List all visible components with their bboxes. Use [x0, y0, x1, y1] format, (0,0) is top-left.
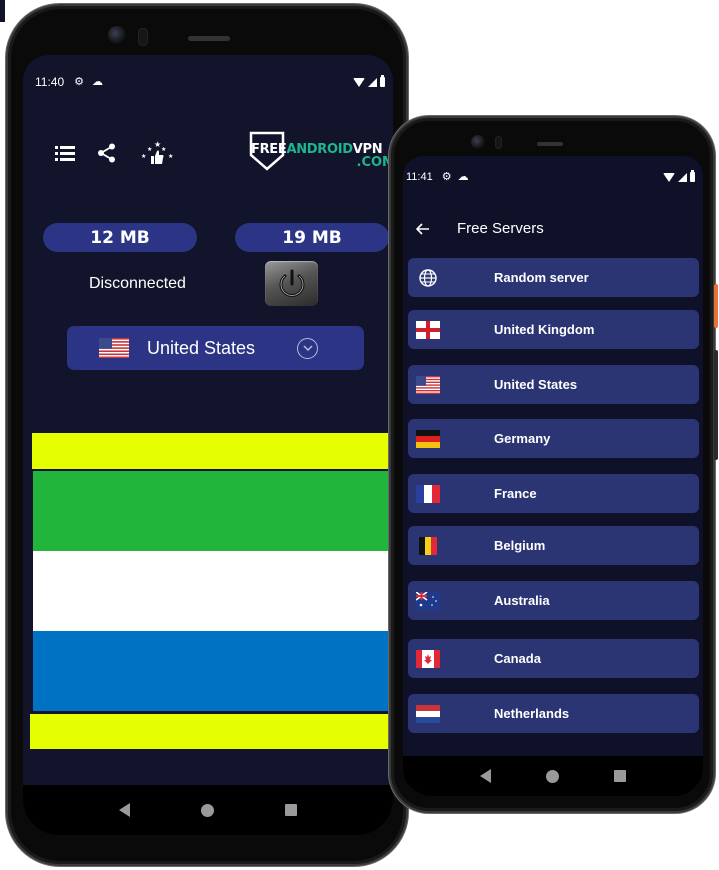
svg-text:★: ★: [141, 153, 146, 160]
us-flag-icon: [416, 375, 440, 394]
sensor: [138, 28, 148, 46]
server-item-random[interactable]: Random server: [408, 258, 699, 297]
earpiece-speaker: [537, 142, 563, 146]
cloud-icon: ☁: [92, 75, 104, 88]
banner-stripe-yellow-bottom: [30, 714, 392, 749]
svg-text:★: ★: [168, 153, 173, 160]
earpiece-speaker: [188, 36, 230, 41]
de-flag-icon: [416, 429, 440, 448]
logo-android: ANDROID: [286, 142, 353, 157]
connection-status: Disconnected: [89, 275, 186, 292]
server-name: United States: [494, 377, 578, 392]
signal-icon: [368, 77, 377, 87]
server-list-screen: 11:41 ⚙ ☁ Free Servers Random server Uni…: [403, 156, 703, 796]
gear-icon: ⚙: [74, 75, 85, 88]
nav-home-icon[interactable]: [545, 769, 559, 783]
server-name: Netherlands: [494, 706, 570, 721]
upload-usage-pill: 19 MB: [235, 223, 389, 252]
wifi-icon: [663, 172, 675, 182]
nav-recents-icon[interactable]: [613, 770, 626, 782]
battery-icon: [690, 170, 695, 182]
server-name: Canada: [494, 651, 541, 666]
server-name: Belgium: [494, 538, 546, 553]
server-selector[interactable]: United States: [67, 326, 364, 370]
gb-flag-icon: [416, 320, 440, 339]
svg-text:★: ★: [161, 146, 166, 153]
status-time: 11:40: [35, 75, 65, 89]
selected-server-label: United States: [147, 337, 256, 358]
us-flag-icon: [99, 338, 129, 358]
rate-thumbs-up-icon[interactable]: ★ ★ ★ ★ ★: [139, 140, 175, 166]
server-name: Germany: [494, 431, 551, 446]
navigation-bar: [403, 756, 703, 796]
server-name: Random server: [494, 270, 589, 285]
nav-recents-icon[interactable]: [285, 804, 298, 816]
chevron-down-circle-icon: [297, 337, 318, 359]
server-item-germany[interactable]: Germany: [408, 419, 699, 458]
power-button[interactable]: [265, 261, 318, 306]
banner-stripe-white: [33, 551, 393, 631]
globe-icon: [419, 268, 437, 287]
server-item-united-states[interactable]: United States: [408, 365, 699, 404]
sensor: [495, 136, 502, 149]
front-camera: [471, 135, 485, 149]
nl-flag-icon: [416, 704, 440, 723]
corner-mark: [0, 0, 5, 22]
battery-icon: [380, 75, 385, 87]
status-bar: 11:40 ⚙ ☁: [23, 75, 393, 89]
server-item-australia[interactable]: Australia: [408, 581, 699, 620]
menu-list-icon[interactable]: [55, 145, 75, 161]
server-name: Australia: [494, 593, 550, 608]
be-flag-icon: [419, 536, 437, 555]
navigation-bar: [23, 785, 393, 835]
banner-stripe-yellow-top: [32, 433, 393, 469]
side-button-power: [714, 284, 718, 328]
front-camera: [108, 26, 126, 44]
server-item-netherlands[interactable]: Netherlands: [408, 694, 699, 733]
back-arrow-icon[interactable]: [415, 221, 431, 237]
banner-stripe-blue: [33, 631, 393, 711]
power-icon: [279, 269, 304, 297]
nav-home-icon[interactable]: [200, 803, 214, 817]
nav-back-icon[interactable]: [118, 803, 130, 817]
svg-text:★: ★: [147, 146, 152, 153]
au-flag-icon: [416, 591, 440, 610]
app-bar: Free Servers: [415, 220, 544, 237]
logo-com: .COM: [356, 155, 393, 170]
gear-icon: ⚙: [441, 170, 452, 183]
toolbar: ★ ★ ★ ★ ★: [55, 140, 175, 166]
page-title: Free Servers: [457, 220, 544, 237]
server-item-belgium[interactable]: Belgium: [408, 526, 699, 565]
main-screen: 11:40 ⚙ ☁ ★ ★ ★ ★ ★ FREEANDROIDVPN .COM …: [23, 55, 393, 835]
nav-back-icon[interactable]: [480, 769, 492, 783]
download-usage-pill: 12 MB: [43, 223, 197, 252]
status-time: 11:41: [406, 171, 433, 183]
logo-free: FREE: [251, 142, 287, 157]
cloud-icon: ☁: [457, 170, 469, 183]
server-name: United Kingdom: [494, 322, 595, 337]
share-icon[interactable]: [97, 143, 117, 163]
server-name: France: [494, 486, 537, 501]
signal-icon: [678, 172, 687, 182]
server-item-canada[interactable]: Canada: [408, 639, 699, 678]
wifi-icon: [353, 77, 365, 87]
brand-logo: FREEANDROIDVPN .COM: [247, 131, 393, 175]
fr-flag-icon: [416, 484, 440, 503]
banner-stripe-green: [33, 471, 393, 551]
phone-main-screen: 11:40 ⚙ ☁ ★ ★ ★ ★ ★ FREEANDROIDVPN .COM …: [6, 4, 408, 866]
side-button-volume: [714, 350, 718, 460]
phone-server-list: 11:41 ⚙ ☁ Free Servers Random server Uni…: [389, 116, 718, 813]
server-item-united-kingdom[interactable]: United Kingdom: [408, 310, 699, 349]
status-bar: 11:41 ⚙ ☁: [403, 170, 703, 184]
ca-flag-icon: [416, 649, 440, 668]
server-item-france[interactable]: France: [408, 474, 699, 513]
